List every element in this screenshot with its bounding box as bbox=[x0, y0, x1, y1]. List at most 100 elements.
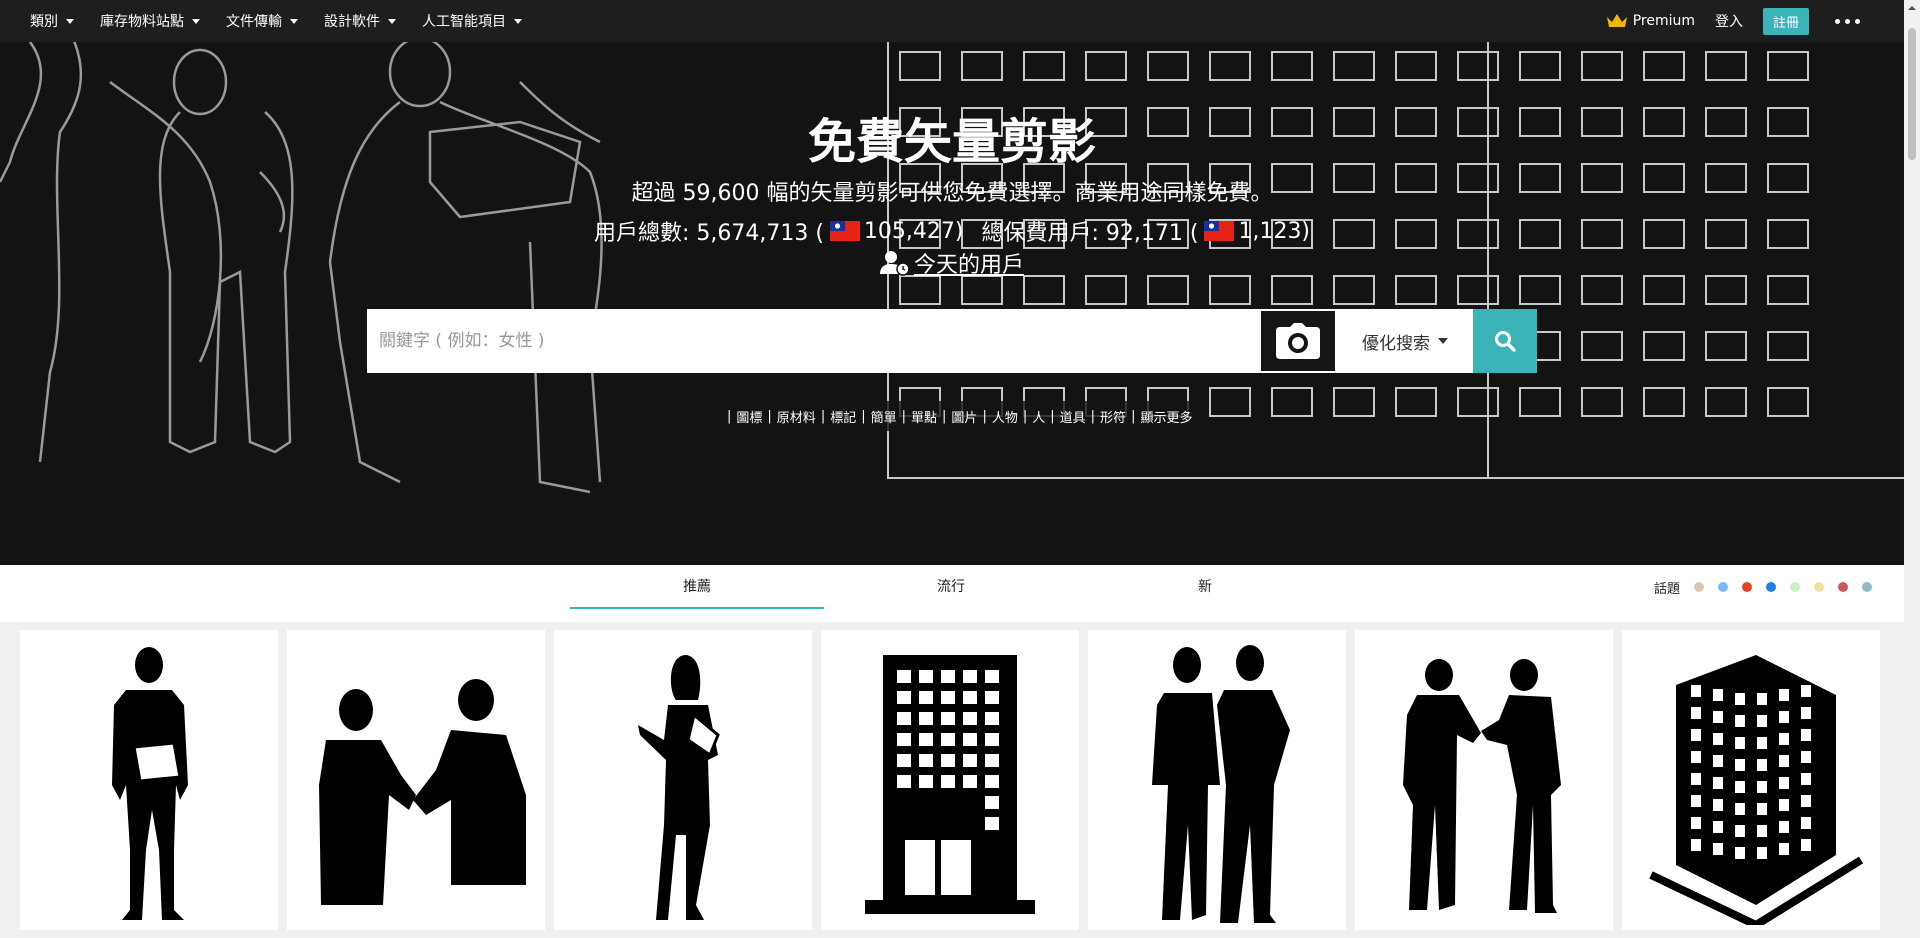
scrollbar-thumb[interactable] bbox=[1908, 28, 1916, 160]
nav-item-categories[interactable]: 類別 bbox=[30, 11, 74, 31]
crown-icon bbox=[1606, 14, 1627, 27]
businessmen-silhouette-icon bbox=[1152, 645, 1290, 923]
user-clock-icon bbox=[879, 251, 910, 276]
tab-recommended[interactable]: 推薦 bbox=[570, 565, 824, 609]
silhouette-grid bbox=[0, 622, 1904, 938]
premium-link[interactable]: Premium bbox=[1606, 13, 1695, 29]
chevron-down-icon bbox=[290, 18, 298, 24]
tag-link[interactable]: 顯示更多 bbox=[1140, 407, 1192, 426]
tab-new[interactable]: 新 bbox=[1078, 565, 1332, 609]
refine-search-dropdown[interactable]: 優化搜索 bbox=[1337, 309, 1473, 373]
tag-link[interactable]: 圖標 bbox=[736, 407, 762, 426]
chevron-down-icon bbox=[66, 18, 74, 24]
search-bar: 優化搜索 bbox=[367, 309, 1537, 373]
premium-label: Premium bbox=[1632, 13, 1695, 29]
nav-item-label: 人工智能項目 bbox=[422, 14, 506, 30]
page-scrollbar[interactable] bbox=[1904, 0, 1920, 938]
grid-item-businessman-with-folder[interactable] bbox=[20, 630, 278, 930]
tag-separator: | bbox=[727, 408, 732, 424]
topic-color-dot[interactable] bbox=[1694, 582, 1704, 592]
tag-link[interactable]: 圖片 bbox=[951, 407, 977, 426]
nav-item-label: 設計軟件 bbox=[324, 14, 380, 30]
grid-item-businesswoman[interactable] bbox=[554, 630, 812, 930]
businesswoman-silhouette-icon bbox=[638, 655, 720, 920]
tag-link[interactable]: 單點 bbox=[911, 407, 937, 426]
chevron-down-icon bbox=[192, 18, 200, 24]
hero-banner: 免費矢量剪影 超過 59,600 幅的矢量剪影可供您免費選擇。商業用途同樣免費。… bbox=[0, 42, 1904, 565]
nav-actions: Premium 登入 註冊 bbox=[1606, 7, 1904, 35]
tag-separator: | bbox=[1022, 408, 1028, 424]
tag-separator: | bbox=[820, 408, 826, 424]
grid-item-office-building[interactable] bbox=[821, 630, 1079, 930]
chevron-down-icon bbox=[388, 18, 396, 24]
tab-popular[interactable]: 流行 bbox=[824, 565, 1078, 609]
topic-filter: 話題 bbox=[1654, 565, 1872, 609]
topic-color-dot[interactable] bbox=[1814, 582, 1824, 592]
hero-subtitle: 超過 59,600 幅的矢量剪影可供您免費選擇。商業用途同樣免費。 bbox=[631, 181, 1273, 206]
today-users-link[interactable]: 今天的用戶 bbox=[914, 247, 1024, 279]
search-icon bbox=[1495, 331, 1516, 352]
taiwan-users: 105,427) bbox=[863, 218, 964, 244]
chevron-down-icon bbox=[514, 18, 522, 24]
grid-item-business-bowing[interactable] bbox=[1355, 630, 1613, 930]
top-nav: 類別 庫存物料站點 文件傳輸 設計軟件 人工智能項目 Premium 登入 註冊 bbox=[0, 0, 1904, 42]
building-3d-icon bbox=[1649, 655, 1864, 925]
topics-label: 話題 bbox=[1653, 581, 1680, 597]
tag-separator: | bbox=[1090, 408, 1096, 424]
topic-color-dot[interactable] bbox=[1790, 582, 1800, 592]
page-title: 免費矢量剪影 bbox=[807, 114, 1096, 170]
grid-item-two-businessmen[interactable] bbox=[1088, 630, 1346, 930]
taiwan-flag-icon bbox=[1204, 221, 1235, 241]
taiwan-flag-icon bbox=[829, 221, 860, 241]
grid-item-building-3d[interactable] bbox=[1622, 630, 1880, 930]
tag-link[interactable]: 原材料 bbox=[777, 407, 816, 426]
taiwan-premium-users: 1,123) bbox=[1238, 218, 1311, 244]
more-dots-icon[interactable] bbox=[1831, 15, 1864, 28]
premium-users: 總保費用戶: 92,171 ( bbox=[981, 221, 1199, 246]
search-button[interactable] bbox=[1473, 309, 1537, 373]
total-users: 用戶總數: 5,674,713 ( bbox=[593, 221, 824, 246]
signup-button[interactable]: 註冊 bbox=[1762, 7, 1809, 35]
tag-separator: | bbox=[901, 408, 907, 424]
tag-link[interactable]: 道具 bbox=[1060, 407, 1086, 426]
nav-menu: 類別 庫存物料站點 文件傳輸 設計軟件 人工智能項目 bbox=[0, 11, 548, 31]
tag-separator: | bbox=[942, 408, 947, 424]
nav-item-label: 類別 bbox=[30, 14, 58, 30]
camera-search-button[interactable] bbox=[1259, 309, 1337, 373]
tag-link[interactable]: 簡單 bbox=[871, 407, 897, 426]
popular-tags: | 圖標 | 原材料 | 標記 | 簡單 | 單點 | 圖片 | 人物 | 人 | 道具 | 形符 | 顯示更多 bbox=[712, 401, 1203, 431]
login-link[interactable]: 登入 bbox=[1715, 11, 1743, 31]
today-users-row: 今天的用戶 bbox=[0, 247, 1904, 279]
tag-separator: | bbox=[1050, 408, 1055, 424]
tag-separator: | bbox=[1131, 408, 1136, 424]
nav-item-file-transfer[interactable]: 文件傳輸 bbox=[226, 11, 298, 31]
businessman-silhouette-icon bbox=[112, 647, 188, 920]
nav-item-label: 庫存物料站點 bbox=[100, 14, 184, 30]
building-icon bbox=[865, 655, 1035, 914]
scroll-up-arrow-icon[interactable] bbox=[1904, 0, 1920, 16]
user-stats: 用戶總數: 5,674,713 ( 105,427) 總保費用戶: 92,171… bbox=[0, 215, 1904, 247]
topic-color-dot[interactable] bbox=[1838, 582, 1848, 592]
tag-link[interactable]: 形符 bbox=[1100, 407, 1126, 426]
grid-item-handshake[interactable] bbox=[287, 630, 545, 930]
nav-item-stock-sites[interactable]: 庫存物料站點 bbox=[100, 11, 200, 31]
topic-color-dot[interactable] bbox=[1766, 582, 1776, 592]
topic-color-dot[interactable] bbox=[1862, 582, 1872, 592]
chevron-down-icon bbox=[1438, 338, 1448, 344]
topic-color-dot[interactable] bbox=[1718, 582, 1728, 592]
nav-item-design-software[interactable]: 設計軟件 bbox=[324, 11, 396, 31]
camera-icon bbox=[1276, 323, 1320, 359]
topic-color-dot[interactable] bbox=[1742, 582, 1752, 592]
tag-link[interactable]: 標記 bbox=[830, 407, 856, 426]
handshake-silhouette-icon bbox=[319, 679, 526, 905]
tag-separator: | bbox=[982, 408, 987, 424]
nav-item-ai-projects[interactable]: 人工智能項目 bbox=[422, 11, 522, 31]
refine-search-label: 優化搜索 bbox=[1362, 333, 1430, 354]
search-input[interactable] bbox=[367, 309, 1259, 373]
nav-item-label: 文件傳輸 bbox=[226, 14, 282, 30]
content-tabs: 推薦 流行 新 話題 bbox=[0, 565, 1904, 611]
tag-link[interactable]: 人物 bbox=[992, 407, 1018, 426]
tag-separator: | bbox=[767, 408, 772, 424]
tag-link[interactable]: 人 bbox=[1032, 407, 1045, 426]
tag-separator: | bbox=[861, 408, 866, 424]
